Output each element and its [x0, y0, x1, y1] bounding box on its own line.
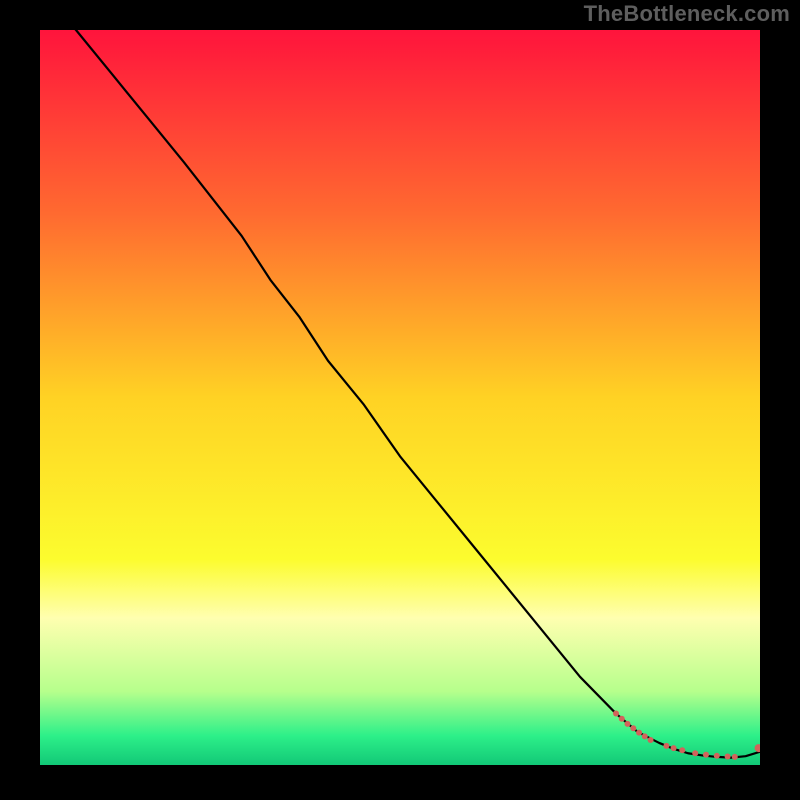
scatter-point: [613, 711, 619, 717]
scatter-point: [663, 743, 669, 749]
scatter-point: [732, 754, 738, 760]
scatter-point: [642, 733, 648, 739]
scatter-point: [648, 737, 654, 743]
scatter-point: [636, 730, 642, 736]
scatter-point: [625, 721, 631, 727]
scatter-point: [671, 745, 677, 751]
watermark-text: TheBottleneck.com: [584, 1, 790, 27]
scatter-point: [725, 754, 731, 760]
scatter-point: [679, 747, 685, 753]
scatter-point: [692, 750, 698, 756]
chart-plot: [40, 30, 760, 765]
chart-background: [40, 30, 760, 765]
chart-svg: [40, 30, 760, 765]
scatter-point: [630, 725, 636, 731]
chart-stage: TheBottleneck.com: [0, 0, 800, 800]
scatter-point: [703, 752, 709, 758]
scatter-point: [619, 716, 625, 722]
scatter-point: [714, 753, 720, 759]
